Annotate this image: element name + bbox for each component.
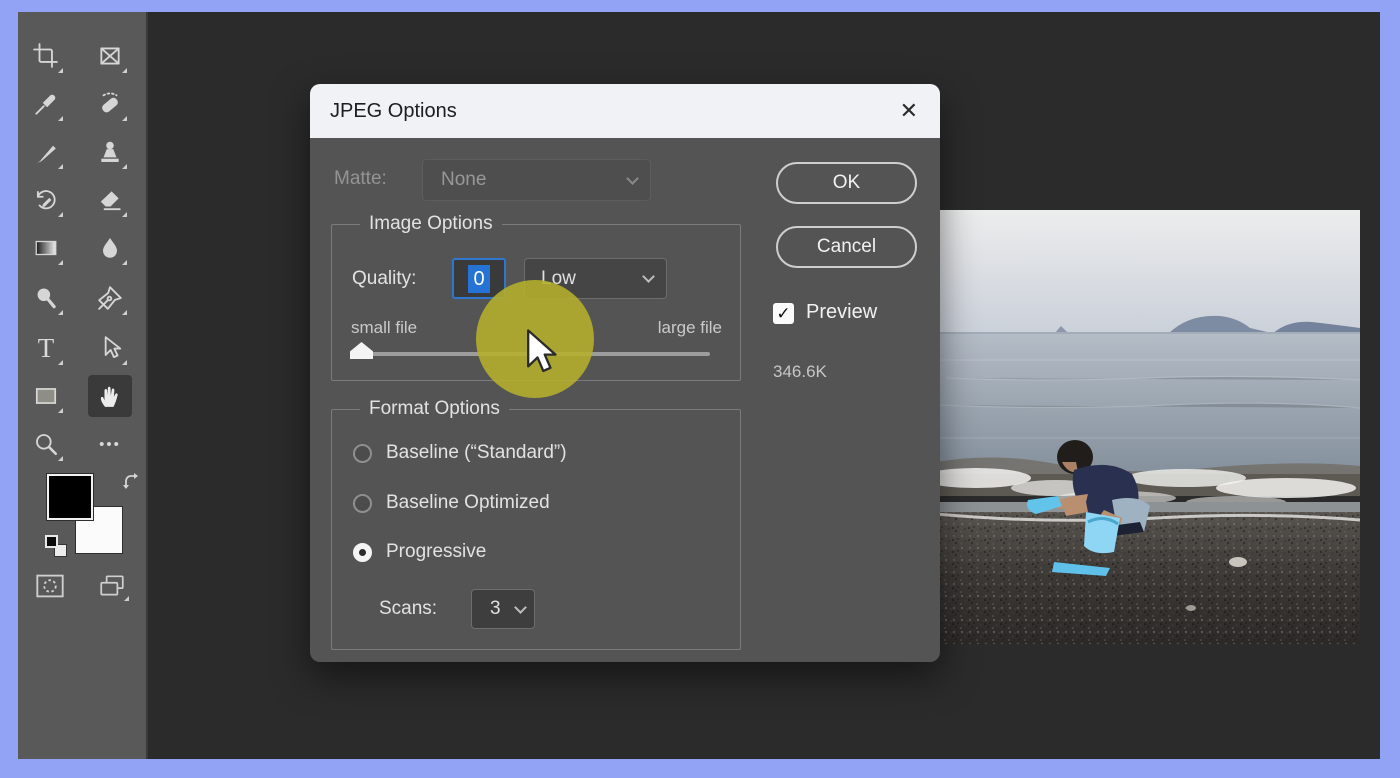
- slider-right-label: large file: [657, 318, 722, 337]
- history-brush-tool-button[interactable]: [26, 180, 66, 220]
- radio-label: Progressive: [386, 541, 487, 562]
- foreground-color-swatch[interactable]: [46, 473, 94, 521]
- quality-value: 0: [468, 264, 490, 293]
- tools-panel: T •••: [18, 12, 148, 759]
- magnifier-icon: [36, 434, 58, 456]
- spot-healing-tool-button[interactable]: [90, 84, 130, 124]
- gradient-tool-button[interactable]: [26, 228, 66, 268]
- clone-stamp-tool-button[interactable]: [90, 132, 130, 172]
- matte-label: Matte:: [334, 168, 387, 189]
- stamp-icon: [101, 141, 119, 162]
- radio-icon[interactable]: [353, 493, 372, 513]
- screenshot-root: T ••• JPEG Options ✕ Matte: None Image O…: [0, 0, 1400, 778]
- scans-dropdown[interactable]: 3: [471, 589, 535, 629]
- scans-value: 3: [490, 598, 501, 619]
- frame-tool-button[interactable]: [90, 36, 130, 76]
- quick-mask-button[interactable]: [30, 568, 70, 604]
- eraser-tool-button[interactable]: [90, 180, 130, 220]
- path-select-tool-button[interactable]: [90, 328, 130, 368]
- gradient-icon: [35, 240, 57, 256]
- file-size-text: 346.6K: [773, 362, 827, 381]
- zoom-tool-button[interactable]: [26, 424, 66, 464]
- brush-tool-button[interactable]: [26, 132, 66, 172]
- edit-toolbar-button[interactable]: •••: [90, 424, 130, 464]
- check-icon: ✓: [776, 303, 791, 323]
- pen-tool-button[interactable]: [90, 278, 130, 318]
- brush-icon: [35, 145, 56, 163]
- image-options-legend: Image Options: [360, 213, 502, 235]
- type-tool-button[interactable]: T: [26, 328, 66, 368]
- screen-mode-button[interactable]: [92, 568, 132, 604]
- radio-icon[interactable]: [353, 443, 372, 463]
- eyedropper-tool-button[interactable]: [26, 84, 66, 124]
- close-icon[interactable]: ✕: [900, 100, 918, 122]
- radio-progressive[interactable]: Progressive: [353, 541, 486, 563]
- quality-label: Quality:: [352, 268, 417, 289]
- arrow-cursor-icon: [104, 336, 122, 359]
- quality-slider-thumb[interactable]: [350, 342, 373, 359]
- preview-checkbox[interactable]: ✓: [773, 303, 794, 324]
- dialog-title: JPEG Options: [330, 99, 457, 122]
- slider-left-label: small file: [351, 318, 418, 337]
- quick-mask-icon: [36, 574, 64, 598]
- swap-colors-icon[interactable]: [122, 472, 144, 492]
- image-preview: [936, 210, 1360, 644]
- eraser-icon: [100, 191, 121, 211]
- eyedropper-icon: [35, 94, 56, 115]
- screen-mode-icon: [100, 575, 124, 596]
- matte-value: None: [441, 169, 487, 190]
- chevron-down-icon: [514, 600, 527, 614]
- mouse-cursor-icon: [525, 329, 563, 380]
- radio-selected-icon[interactable]: [353, 542, 372, 562]
- bandage-icon: [102, 92, 118, 113]
- scans-label: Scans:: [379, 598, 438, 619]
- frame-icon: [100, 47, 120, 65]
- radio-baseline-optimized[interactable]: Baseline Optimized: [353, 492, 550, 514]
- history-brush-icon: [36, 190, 56, 210]
- hand-tool-button[interactable]: [88, 375, 132, 417]
- type-icon: T: [37, 332, 55, 363]
- rectangle-tool-button[interactable]: [26, 376, 66, 416]
- radio-label: Baseline Optimized: [386, 492, 550, 513]
- radio-label: Baseline (“Standard”): [386, 442, 567, 463]
- droplet-icon: [103, 238, 117, 258]
- chevron-down-icon: [642, 270, 655, 283]
- matte-dropdown: None: [422, 159, 651, 201]
- ok-button[interactable]: OK: [776, 162, 917, 204]
- beach-photo: [936, 210, 1360, 644]
- dodge-tool-button[interactable]: [26, 278, 66, 318]
- hand-icon: [100, 386, 118, 407]
- default-colors-icon[interactable]: [45, 535, 69, 559]
- crop-tool-button[interactable]: [26, 36, 66, 76]
- cancel-button[interactable]: Cancel: [776, 226, 917, 268]
- format-options-group: Format Options Baseline (“Standard”) Bas…: [331, 398, 741, 650]
- pen-icon: [98, 286, 122, 310]
- jpeg-options-dialog: JPEG Options ✕ Matte: None Image Options…: [310, 84, 940, 662]
- crop-icon: [33, 43, 58, 68]
- dodge-icon: [37, 288, 56, 309]
- format-options-legend: Format Options: [360, 398, 509, 420]
- preview-label: Preview: [806, 301, 878, 323]
- rectangle-icon: [35, 388, 57, 404]
- blur-tool-button[interactable]: [90, 228, 130, 268]
- chevron-down-icon: [626, 171, 639, 185]
- photoshop-canvas: T ••• JPEG Options ✕ Matte: None Image O…: [18, 12, 1380, 759]
- default-black-swatch: [45, 535, 58, 548]
- ellipsis-icon: •••: [99, 435, 121, 453]
- radio-baseline-standard[interactable]: Baseline (“Standard”): [353, 442, 567, 464]
- dialog-titlebar[interactable]: JPEG Options ✕: [310, 84, 940, 138]
